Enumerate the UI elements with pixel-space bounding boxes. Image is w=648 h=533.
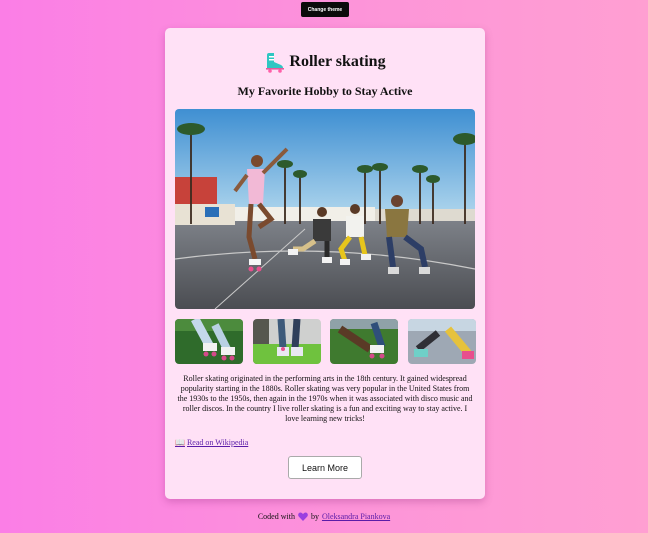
footer: Coded with by Oleksandra Piankova: [0, 512, 648, 521]
wikipedia-link-label: Read on Wikipedia: [186, 438, 249, 447]
learn-more-button[interactable]: Learn More: [288, 456, 362, 479]
purple-heart-icon: [298, 512, 308, 521]
description: Roller skating originated in the perform…: [177, 374, 473, 423]
change-theme-button[interactable]: Change theme: [301, 2, 349, 17]
thumbnail-skates-on-pavement[interactable]: [408, 319, 476, 364]
book-icon: 📖: [175, 438, 185, 447]
hobby-card: Roller skating My Favorite Hobby to Stay…: [165, 28, 485, 499]
page-title: Roller skating: [289, 53, 386, 70]
footer-by: by: [310, 512, 319, 521]
author-link[interactable]: Oleksandra Piankova: [322, 512, 390, 521]
thumbnail-skates-on-grass[interactable]: [175, 319, 243, 364]
hero-image: [175, 109, 475, 309]
title-row: Roller skating: [165, 51, 485, 73]
footer-prefix: Coded with: [257, 512, 295, 521]
roller-skate-icon: [266, 53, 285, 73]
wikipedia-link[interactable]: 📖 Read on Wikipedia: [175, 438, 248, 447]
thumbnail-skater-legs-by-wall[interactable]: [253, 319, 321, 364]
page-subtitle: My Favorite Hobby to Stay Active: [237, 84, 413, 98]
thumbnail-skater-kneeling-on-grass[interactable]: [330, 319, 398, 364]
